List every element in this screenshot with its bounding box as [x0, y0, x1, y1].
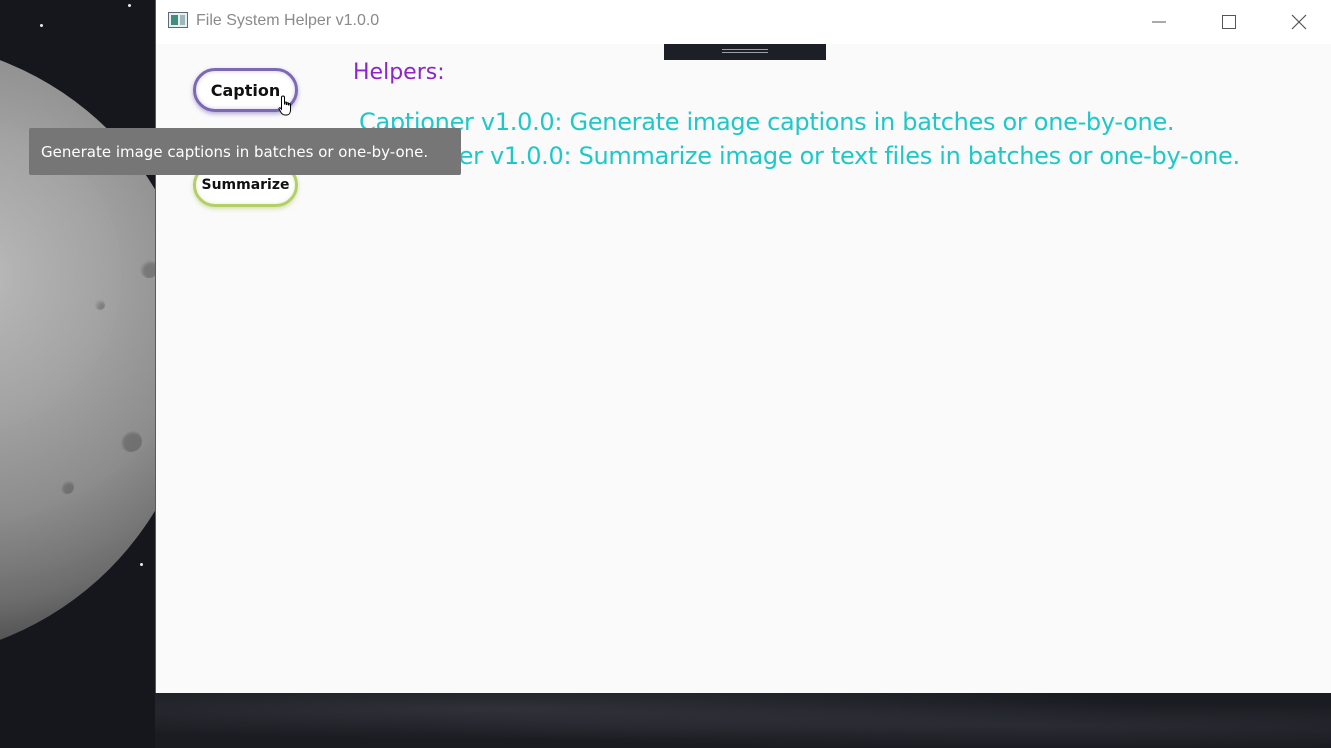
star [128, 4, 131, 7]
caption-tooltip: Generate image captions in batches or on… [29, 128, 461, 175]
title-bar[interactable]: File System Helper v1.0.0 [156, 0, 1331, 44]
minimize-button[interactable] [1129, 0, 1189, 44]
minimize-icon [1152, 21, 1166, 23]
star [140, 563, 143, 566]
desktop-bottom-strip [155, 693, 1331, 748]
window-title: File System Helper v1.0.0 [196, 12, 380, 29]
maximize-button[interactable] [1199, 0, 1259, 44]
close-button[interactable] [1269, 0, 1329, 44]
moon-crater [60, 480, 74, 494]
maximize-icon [1222, 15, 1236, 29]
app-window-icon [168, 12, 188, 28]
star [40, 24, 43, 27]
hand-pointer-icon [278, 95, 291, 116]
helpers-heading: Helpers: [353, 60, 445, 85]
drag-handle[interactable] [664, 44, 826, 60]
caption-button-label: Caption [210, 80, 281, 100]
helper-item-captioner: Captioner v1.0.0: Generate image caption… [359, 108, 1175, 136]
close-icon [1291, 14, 1307, 30]
app-window: File System Helper v1.0.0 Caption Summar… [155, 0, 1331, 693]
grip-icon [722, 49, 768, 53]
moon-crater [95, 300, 105, 310]
moon-crater [120, 430, 142, 452]
summarize-button-label: Summarize [201, 177, 290, 193]
helper-item-summarizer: Summarizer v1.0.0: Summarize image or te… [340, 142, 1240, 170]
